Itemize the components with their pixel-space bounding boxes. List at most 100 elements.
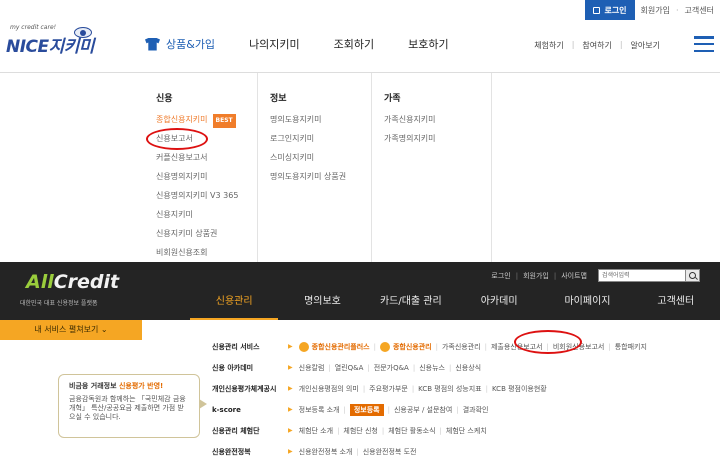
column-heading: 신용 (156, 94, 173, 104)
menu-item-identity-voucher[interactable]: 명의도용지키미 상품권 (270, 171, 371, 190)
menu-item[interactable]: 신용완전정복 소개 (299, 447, 353, 457)
row-heading: 개인신용평가체계공시 (212, 384, 277, 393)
submenu-row: 개인신용평가체계공시 ▶ 개인신용평점의 의미 | 주요평가부문 | KCB 평점의… (212, 384, 547, 394)
highlight-circle (146, 128, 208, 150)
menu-item[interactable]: 열린Q&A (335, 363, 364, 373)
menu-item-identity[interactable]: 신용명의지키미 (156, 171, 257, 190)
submenu-row: 신용관리 서비스 ▶ 종합신용관리플러스 | 종합신용관리 | 가족신용관리 |… (212, 341, 647, 352)
menu-item-register[interactable]: 정보등록 (349, 403, 384, 416)
menu-item[interactable]: 정보등록 소개 (299, 405, 340, 415)
row-heading: k-score (212, 405, 241, 414)
menu-item[interactable]: 주요평가부문 (369, 384, 408, 394)
menu-item[interactable]: 신용칼럼 (299, 363, 325, 373)
badge-icon (379, 341, 390, 352)
allcredit-utility: 로그인 | 회원가입 | 사이트맵 검색어입력 (486, 269, 700, 282)
secondary-nav: 체험하기 | 참여하기 | 알아보기 (526, 40, 668, 51)
login-label: 로그인 (604, 5, 627, 15)
ac-nav-academy[interactable]: 아카데미 (455, 292, 543, 320)
menu-icon[interactable] (694, 36, 714, 52)
row-heading: 신용완전정복 (212, 447, 251, 456)
menu-item[interactable]: 체험단 신청 (343, 426, 377, 436)
arrow-icon: ▶ (288, 364, 293, 371)
ac-join-link[interactable]: 회원가입 (518, 271, 554, 281)
lock-icon (593, 6, 601, 14)
promo-tooltip: 비금융 거래정보 신용평가 반영! 금융감독원과 함께하는 「국민체감 금융개혁… (58, 374, 207, 438)
allcredit-submenu: 신용관리 서비스 ▶ 종합신용관리플러스 | 종합신용관리 | 가족신용관리 |… (212, 336, 647, 462)
arrow-icon: ▶ (288, 406, 293, 413)
login-button[interactable]: 로그인 (585, 0, 635, 20)
menu-item-package[interactable]: 통합패키지 (615, 342, 647, 352)
menu-item-smishing[interactable]: 스미싱지키미 (270, 152, 371, 171)
menu-item-login[interactable]: 로그인지키미 (270, 133, 371, 152)
support-link[interactable]: 고객센터 (679, 5, 720, 16)
ac-sitemap-link[interactable]: 사이트맵 (556, 271, 592, 281)
menu-item-identity-theft[interactable]: 명의도용지키미 (270, 114, 371, 133)
search-icon[interactable] (686, 269, 700, 282)
menu-item[interactable]: 체험단 스케치 (446, 426, 487, 436)
arrow-icon: ▶ (288, 343, 293, 350)
mega-menu: 신용 종합신용지키미 BEST 신용보고서 커플신용보고서 신용명의지키미 신용… (0, 72, 720, 263)
nav-my-jikimi[interactable]: 나의지키미 (249, 36, 300, 52)
nav-products[interactable]: 상품&가입 (145, 36, 215, 52)
menu-item[interactable]: 신용뉴스 (419, 363, 445, 373)
menu-item-family-identity[interactable]: 가족명의지키미 (384, 133, 491, 152)
row-heading: 신용 아카데미 (212, 363, 254, 372)
allcredit-nav: 신용관리 명의보호 카드/대출 관리 아카데미 마이페이지 고객센터 (190, 292, 720, 320)
menu-item-family-credit[interactable]: 가족신용지키미 (384, 114, 491, 133)
menu-item[interactable]: KCB 평점이용현황 (492, 384, 547, 394)
allcredit-logo[interactable]: AllCredit (26, 271, 119, 293)
menu-item-identity-v3[interactable]: 신용명의지키미 V3 365 (156, 190, 257, 209)
arrow-icon: ▶ (288, 427, 293, 434)
menu-item[interactable]: 신용상식 (455, 363, 481, 373)
menu-column-family: 가족 가족신용지키미 가족명의지키미 (372, 73, 492, 263)
top-utility-bar: 로그인 회원가입 · 고객센터 (585, 0, 720, 20)
menu-item[interactable]: 전문가Q&A (374, 363, 409, 373)
menu-item-plus[interactable]: 종합신용관리플러스 (298, 341, 370, 352)
ac-nav-support[interactable]: 고객센터 (632, 292, 720, 320)
allcredit-header: AllCredit 대한민국 대표 신용정보 플랫폼 로그인 | 회원가입 | … (0, 262, 720, 320)
menu-item[interactable]: 신용공부 / 설문참여 (394, 405, 452, 415)
ac-login-link[interactable]: 로그인 (486, 271, 515, 281)
menu-item-comprehensive[interactable]: 종합신용관리 (379, 341, 432, 352)
menu-column-info: 정보 명의도용지키미 로그인지키미 스미싱지키미 명의도용지키미 상품권 (258, 73, 372, 263)
menu-item[interactable]: KCB 평점의 성능지표 (418, 384, 481, 394)
menu-item[interactable]: 개인신용평점의 의미 (299, 384, 359, 394)
menu-item[interactable]: 체험단 활동소식 (388, 426, 435, 436)
join-link[interactable]: 회원가입 (635, 5, 676, 16)
row-heading: 신용관리 체험단 (212, 426, 260, 435)
column-heading: 정보 (270, 94, 287, 104)
ac-nav-credit[interactable]: 신용관리 (190, 292, 279, 320)
best-badge: BEST (212, 114, 236, 128)
nav-experience[interactable]: 체험하기 (526, 40, 571, 51)
ac-nav-mypage[interactable]: 마이페이지 (543, 292, 631, 320)
main-nav: 상품&가입 나의지키미 조회하기 보호하기 (145, 36, 483, 52)
arrow-icon: ▶ (288, 385, 293, 392)
highlight-circle (514, 330, 582, 354)
nice-logo[interactable]: my credit care! NICE지키미 (4, 24, 96, 57)
menu-item-couple-report[interactable]: 커플신용보고서 (156, 152, 257, 171)
tooltip-body: 금융감독원과 함께하는 「국민체감 금융개혁」 특산/공공요금 제출하면 가점 … (69, 395, 186, 421)
menu-item[interactable]: 체험단 소개 (299, 426, 333, 436)
ac-nav-identity[interactable]: 명의보호 (278, 292, 366, 320)
nav-learn[interactable]: 알아보기 (623, 40, 668, 51)
menu-item-voucher[interactable]: 신용지키미 상품권 (156, 228, 257, 247)
menu-item-credit-jikimi[interactable]: 신용지키미 (156, 209, 257, 228)
column-heading: 가족 (384, 94, 401, 104)
tooltip-title: 비금융 거래정보 신용평가 반영! (69, 382, 164, 390)
ac-nav-card-loan[interactable]: 카드/대출 관리 (367, 292, 455, 320)
nav-products-label: 상품&가입 (166, 38, 216, 51)
nav-lookup[interactable]: 조회하기 (334, 36, 374, 52)
ac-search-input[interactable]: 검색어입력 (598, 269, 686, 282)
menu-item-family[interactable]: 가족신용관리 (442, 342, 481, 352)
my-services-button[interactable]: 내 서비스 펼쳐보기 ⌄ (0, 320, 142, 340)
nav-participate[interactable]: 참여하기 (574, 40, 619, 51)
submenu-row: 신용 아카데미 ▶ 신용칼럼 | 열린Q&A | 전문가Q&A | 신용뉴스 | 신용상… (212, 363, 482, 373)
menu-item[interactable]: 결과확인 (463, 405, 489, 415)
badge-icon (298, 341, 309, 352)
logo-tagline: my credit care! (10, 24, 57, 31)
eye-logo-icon (74, 27, 92, 38)
nav-protect[interactable]: 보호하기 (408, 36, 448, 52)
menu-item[interactable]: 신용완전정복 도전 (363, 447, 417, 457)
shirt-icon (145, 37, 160, 51)
submenu-row: 신용완전정복 ▶ 신용완전정복 소개 | 신용완전정복 도전 (212, 447, 417, 457)
